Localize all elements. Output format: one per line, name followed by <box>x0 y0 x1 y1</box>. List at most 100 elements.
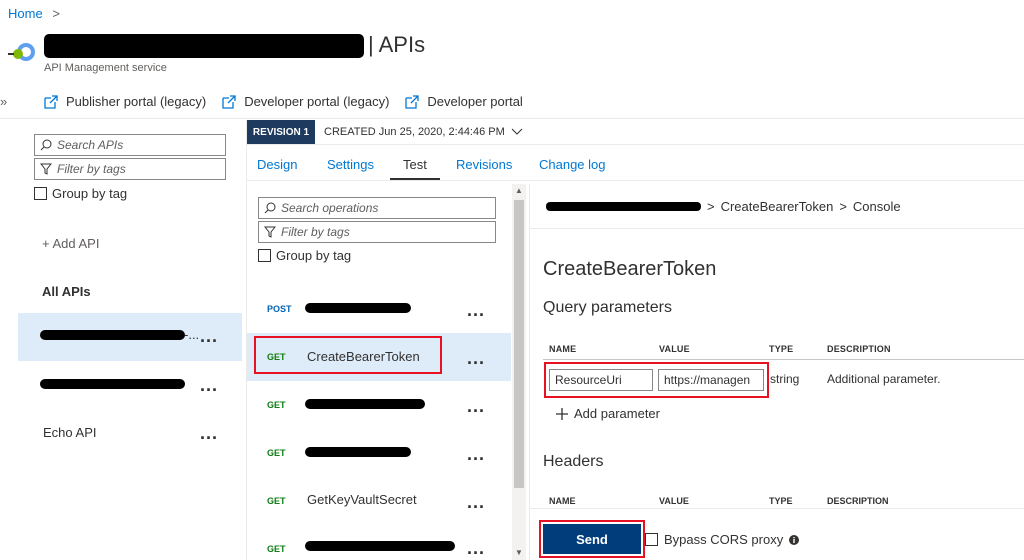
redacted-api-breadcrumb <box>546 202 701 211</box>
param-type: string <box>770 372 800 386</box>
all-apis-heading: All APIs <box>42 284 91 299</box>
more-options-icon[interactable]: ... <box>200 424 218 442</box>
scrollbar-thumb[interactable] <box>514 200 524 488</box>
breadcrumb-console: Console <box>852 199 901 214</box>
plus-icon <box>556 407 568 420</box>
revision-badge: REVISION 1 <box>247 120 315 144</box>
operations-scrollbar[interactable]: ▲ ▼ <box>512 184 526 560</box>
api-item-label: -... <box>184 327 200 342</box>
portal-links: Publisher portal (legacy) Developer port… <box>44 94 523 109</box>
revision-selector[interactable]: CREATED Jun 25, 2020, 2:44:46 PM <box>324 126 523 138</box>
operation-name: GetKeyVaultSecret <box>307 492 417 507</box>
breadcrumb-separator: > <box>52 6 60 21</box>
redacted-operation-name <box>305 447 411 457</box>
developer-portal-legacy-link[interactable]: Developer portal (legacy) <box>222 94 389 109</box>
divider <box>247 180 1024 181</box>
column-header-description: DESCRIPTION <box>827 344 891 354</box>
api-list-item[interactable]: Echo API ... <box>18 410 242 458</box>
tab-settings[interactable]: Settings <box>327 157 374 172</box>
operation-name: CreateBearerToken <box>307 349 420 364</box>
portal-link-label: Publisher portal (legacy) <box>66 94 207 109</box>
tab-test[interactable]: Test <box>403 157 427 172</box>
more-options-icon[interactable]: ... <box>200 327 218 345</box>
add-parameter-button[interactable]: Add parameter <box>556 406 660 421</box>
api-list-item[interactable]: ... <box>18 362 242 410</box>
group-by-tag-operations[interactable]: Group by tag <box>258 248 351 263</box>
operation-item[interactable]: GET ... <box>247 429 511 477</box>
tab-revisions[interactable]: Revisions <box>456 157 512 172</box>
group-by-tag-label: Group by tag <box>276 248 352 263</box>
filter-icon <box>264 226 276 238</box>
breadcrumb-separator: > <box>839 199 847 214</box>
more-options-icon[interactable]: ... <box>467 397 485 415</box>
group-by-tag-label: Group by tag <box>52 186 128 201</box>
search-operations-input[interactable]: Search operations <box>258 197 496 219</box>
filter-placeholder: Filter by tags <box>281 225 350 239</box>
more-options-icon[interactable]: ... <box>467 349 485 367</box>
operation-item[interactable]: POST ... <box>247 285 511 333</box>
tab-design[interactable]: Design <box>257 157 297 172</box>
info-icon[interactable] <box>789 534 800 545</box>
divider <box>0 118 1024 119</box>
divider <box>543 359 1024 360</box>
developer-portal-link[interactable]: Developer portal <box>405 94 523 109</box>
query-parameters-heading: Query parameters <box>543 299 672 316</box>
operation-item[interactable]: GET ... <box>247 381 511 429</box>
divider <box>530 228 1024 229</box>
scroll-down-icon[interactable]: ▼ <box>515 548 523 557</box>
portal-link-label: Developer portal (legacy) <box>244 94 390 109</box>
portal-link-label: Developer portal <box>427 94 523 109</box>
bypass-cors-checkbox[interactable] <box>645 533 658 546</box>
filter-operations-input[interactable]: Filter by tags <box>258 221 496 243</box>
expand-sidebar-icon[interactable]: » <box>0 94 7 109</box>
redacted-operation-name <box>305 399 425 409</box>
chevron-down-icon <box>511 128 523 135</box>
bypass-cors-option[interactable]: Bypass CORS proxy <box>645 532 800 547</box>
operation-item-selected[interactable]: GET CreateBearerToken ... <box>247 333 511 381</box>
publisher-portal-link[interactable]: Publisher portal (legacy) <box>44 94 206 109</box>
operation-item[interactable]: GET GetKeyVaultSecret ... <box>247 477 511 525</box>
more-options-icon[interactable]: ... <box>467 445 485 463</box>
param-value-input[interactable] <box>658 369 764 391</box>
search-icon <box>40 139 52 151</box>
more-options-icon[interactable]: ... <box>467 301 485 319</box>
group-by-tag-checkbox[interactable] <box>258 249 271 262</box>
filter-apis-input[interactable]: Filter by tags <box>34 158 226 180</box>
search-placeholder: Search operations <box>281 201 379 215</box>
column-header-name: NAME <box>549 496 576 506</box>
column-header-description: DESCRIPTION <box>827 496 889 506</box>
add-api-button[interactable]: + Add API <box>42 236 99 251</box>
api-list-item-selected[interactable]: -... ... <box>18 313 242 361</box>
method-badge: GET <box>267 544 286 554</box>
more-options-icon[interactable]: ... <box>467 539 485 557</box>
breadcrumb-home[interactable]: Home <box>8 6 43 21</box>
redacted-operation-name <box>305 303 411 313</box>
column-header-value: VALUE <box>659 344 690 354</box>
group-by-tag-checkbox[interactable] <box>34 187 47 200</box>
search-placeholder: Search APIs <box>57 138 124 152</box>
divider <box>529 184 530 560</box>
column-header-name: NAME <box>549 344 577 354</box>
param-name-input[interactable] <box>549 369 653 391</box>
operation-item[interactable]: GET ... <box>247 525 511 560</box>
breadcrumb-separator: > <box>707 199 715 214</box>
search-apis-input[interactable]: Search APIs <box>34 134 226 156</box>
revision-created: CREATED Jun 25, 2020, 2:44:46 PM <box>324 126 505 138</box>
external-link-icon <box>44 94 58 109</box>
send-button[interactable]: Send <box>543 524 641 554</box>
redacted-service-name <box>44 34 364 58</box>
scroll-up-icon[interactable]: ▲ <box>515 186 523 195</box>
redacted-operation-name <box>305 541 455 551</box>
search-icon <box>264 202 276 214</box>
breadcrumb: Home > <box>8 6 60 21</box>
api-item-label: Echo API <box>43 425 97 440</box>
group-by-tag-apis[interactable]: Group by tag <box>34 186 127 201</box>
column-header-type: TYPE <box>769 496 793 506</box>
method-badge: GET <box>267 400 286 410</box>
tab-change-log[interactable]: Change log <box>539 157 606 172</box>
method-badge: GET <box>267 448 286 458</box>
external-link-icon <box>222 94 236 109</box>
more-options-icon[interactable]: ... <box>467 493 485 511</box>
page-title: | APIs <box>368 32 426 57</box>
more-options-icon[interactable]: ... <box>200 376 218 394</box>
